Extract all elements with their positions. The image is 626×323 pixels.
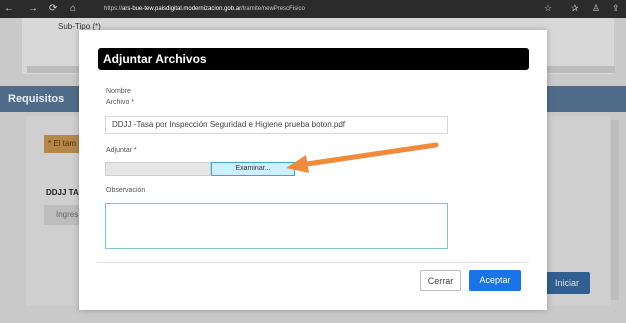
favorites-bar-icon[interactable]: ✰	[571, 3, 579, 14]
browser-toolbar: ← → ⟳ ⌂ https://ars-bue-tew.paisdigital.…	[0, 0, 626, 18]
file-path-field[interactable]	[105, 162, 211, 176]
adjuntar-label: Adjuntar *	[106, 147, 137, 154]
modal-title: Adjuntar Archivos	[103, 52, 207, 66]
warning-badge: * El tam	[44, 135, 84, 153]
aceptar-button[interactable]: Aceptar	[469, 270, 521, 291]
examinar-button[interactable]: Examinar...	[211, 162, 295, 176]
back-icon[interactable]: ←	[4, 3, 14, 14]
forward-icon[interactable]: →	[28, 3, 38, 14]
favorite-icon[interactable]: ☆	[544, 3, 552, 14]
archivo-name-input[interactable]: DDJJ -Tasa por Inspección Seguridad e Hi…	[105, 116, 448, 134]
modal-footer-divider	[97, 262, 529, 263]
requisitos-title: Requisitos	[8, 93, 65, 105]
nombre-label: Nombre	[106, 88, 131, 95]
reload-icon[interactable]: ⟳	[49, 3, 57, 14]
url-prefix: https://	[104, 6, 123, 12]
archivo-label: Archivo *	[106, 99, 135, 106]
vertical-scrollbar[interactable]	[611, 120, 619, 300]
url-host: ars-bue-tew.paisdigital.modernizacion.go…	[122, 6, 242, 12]
attach-files-modal: Adjuntar Archivos Nombre Archivo * DDJJ …	[79, 30, 547, 310]
url-path: /tramite/newPrescFisico	[241, 6, 305, 12]
observacion-textarea[interactable]	[105, 203, 448, 249]
address-bar[interactable]: https://ars-bue-tew.paisdigital.moderniz…	[104, 3, 524, 15]
share-icon[interactable]: ⇪	[612, 3, 620, 14]
home-icon[interactable]: ⌂	[70, 3, 76, 14]
observacion-label: Observación	[106, 187, 146, 194]
profile-icon[interactable]: ♙	[592, 3, 600, 14]
cerrar-button[interactable]: Cerrar	[420, 270, 461, 291]
ingres-field[interactable]: Ingres	[44, 205, 84, 225]
iniciar-button[interactable]: Iniciar	[544, 272, 590, 294]
